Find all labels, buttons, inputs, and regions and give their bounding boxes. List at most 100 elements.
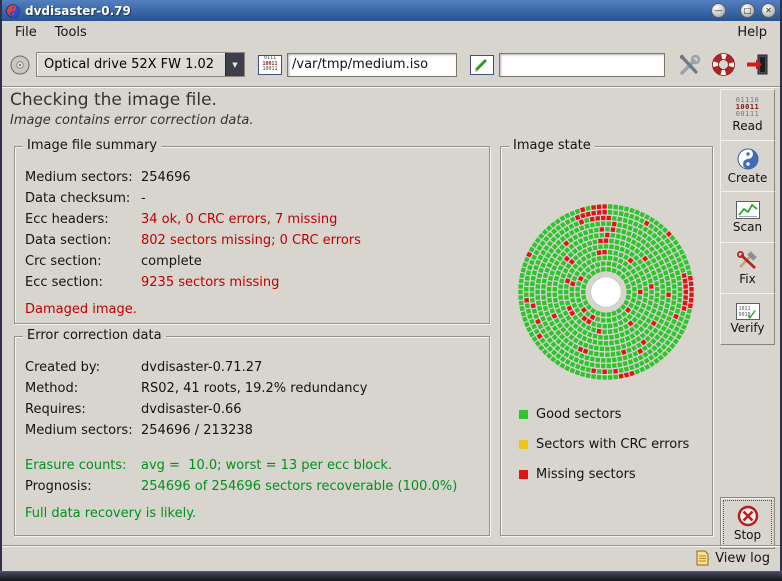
disc-visualization (511, 197, 701, 391)
info-row: Erasure counts:avg = 10.0; worst = 13 pe… (25, 455, 489, 476)
quit-exit-icon[interactable] (745, 52, 770, 77)
info-row: Ecc section:9235 sectors missing (25, 272, 489, 293)
app-window: dvdisaster-0.79 — □ ✕ File Tools Help Op… (0, 0, 782, 581)
row-value: dvdisaster-0.71.27 (141, 360, 262, 375)
read-icon: 01110 10011 00111 (736, 97, 760, 118)
info-row: Created by:dvdisaster-0.71.27 (25, 357, 489, 378)
summary-rows: Medium sectors:254696Data checksum:-Ecc … (15, 147, 489, 293)
image-file-input[interactable] (287, 53, 457, 77)
row-label: Method: (25, 381, 141, 396)
row-value: 254696 / 213238 (141, 423, 253, 438)
row-label: Crc section: (25, 254, 141, 269)
ecc-frame-title: Error correction data (23, 328, 166, 343)
summary-frame-title: Image file summary (23, 138, 161, 153)
legend-item: Sectors with CRC errors (519, 437, 689, 452)
row-label: Ecc headers: (25, 212, 141, 227)
status-heading: Checking the image file. (10, 90, 217, 110)
legend-swatch (519, 440, 528, 449)
ecc-file-icon (470, 55, 494, 75)
menu-file[interactable]: File (6, 23, 46, 42)
legend-item: Missing sectors (519, 467, 689, 482)
info-row: Ecc headers:34 ok, 0 CRC errors, 7 missi… (25, 209, 489, 230)
info-row: Requires:dvdisaster-0.66 (25, 399, 489, 420)
statusbar-separator (2, 545, 780, 547)
maximize-button[interactable]: □ (740, 3, 755, 18)
row-value: 9235 sectors missing (141, 275, 279, 290)
legend-label: Missing sectors (536, 467, 636, 482)
row-value: complete (141, 254, 202, 269)
info-row: Method:RS02, 41 roots, 19.2% redundancy (25, 378, 489, 399)
disc-legend: Good sectors Sectors with CRC errors Missi… (519, 407, 689, 482)
yin-yang-icon (737, 148, 759, 170)
legend-item: Good sectors (519, 407, 689, 422)
info-row: Data section:802 sectors missing; 0 CRC … (25, 230, 489, 251)
row-value: 34 ok, 0 CRC errors, 7 missing (141, 212, 337, 227)
image-state-frame-title: Image state (509, 138, 595, 153)
toolbar-separator (2, 86, 780, 88)
preferences-wrench-icon[interactable] (676, 52, 702, 78)
verify-button[interactable]: 10110010 ✓ Verify (720, 293, 775, 345)
stop-button[interactable]: Stop (720, 497, 775, 549)
row-label: Requires: (25, 402, 141, 417)
row-label: Data checksum: (25, 191, 141, 206)
menu-bar: File Tools Help (2, 21, 780, 43)
row-value: avg = 10.0; worst = 13 per ecc block. (141, 458, 392, 473)
summary-footer: Damaged image. (15, 293, 489, 317)
drive-select[interactable]: Optical drive 52X FW 1.02 ▼ (36, 52, 245, 77)
ecc-rows: Created by:dvdisaster-0.71.27Method:RS02… (15, 337, 489, 497)
info-row: Data checksum:- (25, 188, 489, 209)
row-value: RS02, 41 roots, 19.2% redundancy (141, 381, 367, 396)
legend-label: Good sectors (536, 407, 621, 422)
row-label: Prognosis: (25, 479, 141, 494)
info-row: Medium sectors:254696 / 213238 (25, 420, 489, 441)
log-page-icon (695, 550, 710, 566)
summary-frame: Image file summary Medium sectors:254696… (14, 146, 490, 324)
app-icon (6, 4, 20, 18)
toolbar: Optical drive 52X FW 1.02 ▼ 011110011100… (2, 43, 780, 86)
row-value: dvdisaster-0.66 (141, 402, 242, 417)
row-label: Medium sectors: (25, 170, 141, 185)
legend-swatch (519, 410, 528, 419)
create-button[interactable]: Create (720, 140, 775, 192)
drive-select-value: Optical drive 52X FW 1.02 (37, 57, 225, 72)
ecc-footer: Full data recovery is likely. (15, 497, 489, 521)
window-title: dvdisaster-0.79 (25, 4, 131, 18)
ecc-file-input[interactable] (499, 53, 665, 77)
window-frame-left (0, 0, 2, 581)
info-row: Crc section:complete (25, 251, 489, 272)
title-bar[interactable]: dvdisaster-0.79 — □ ✕ (0, 0, 782, 21)
fix-tools-icon (736, 251, 760, 271)
fix-button[interactable]: Fix (720, 242, 775, 294)
row-label: Data section: (25, 233, 141, 248)
image-state-frame: Image state Good sectorsSectors with CRC… (500, 146, 713, 536)
row-label: Medium sectors: (25, 423, 141, 438)
ecc-frame: Error correction data Created by:dvdisas… (14, 336, 490, 536)
info-row: Medium sectors:254696 (25, 167, 489, 188)
view-log-label: View log (715, 551, 770, 566)
close-button[interactable]: ✕ (761, 3, 776, 18)
menu-tools[interactable]: Tools (46, 23, 96, 42)
window-frame-bottom (0, 571, 782, 581)
drive-icon (8, 53, 32, 77)
legend-swatch (519, 470, 528, 479)
image-file-icon: 01111001110011 (258, 55, 282, 75)
scan-button[interactable]: Scan (720, 191, 775, 243)
row-label: Erasure counts: (25, 458, 141, 473)
row-value: - (141, 191, 146, 206)
menu-help[interactable]: Help (728, 23, 776, 42)
dropdown-arrow-icon[interactable]: ▼ (225, 53, 244, 76)
row-value: 802 sectors missing; 0 CRC errors (141, 233, 361, 248)
stop-icon (737, 505, 759, 527)
info-row: Prognosis:254696 of 254696 sectors recov… (25, 476, 489, 497)
verify-icon: 10110010 ✓ (736, 303, 760, 320)
row-label: Created by: (25, 360, 141, 375)
status-subheading: Image contains error correction data. (10, 113, 254, 128)
help-lifebelt-icon[interactable] (711, 52, 736, 77)
view-log-button[interactable]: View log (695, 550, 770, 566)
read-button[interactable]: 01110 10011 00111 Read (720, 89, 775, 141)
row-value: 254696 of 254696 sectors recoverable (10… (141, 479, 457, 494)
minimize-button[interactable]: — (711, 3, 726, 18)
action-sidebar: 01110 10011 00111 Read Create Scan (720, 90, 775, 345)
titlebar-buttons: — □ ✕ (711, 3, 776, 18)
scan-chart-icon (736, 201, 760, 219)
